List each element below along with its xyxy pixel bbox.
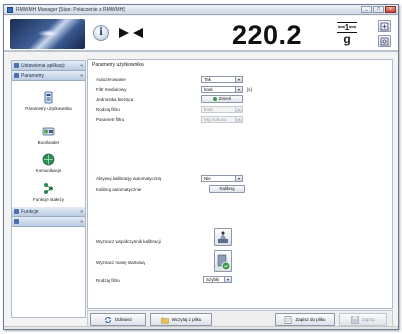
- user-parameters-panel: Parametry użytkownika Autozerowanie Tak …: [87, 59, 393, 309]
- change-unit-button[interactable]: Zmień: [201, 95, 243, 103]
- sidebar-item-label: Bootloader: [37, 140, 60, 145]
- autozero-label: Autozerowanie: [96, 77, 126, 82]
- save-to-file-button[interactable]: Zapisz do pliku: [275, 313, 335, 326]
- median-filter-unit: [s]: [247, 87, 252, 92]
- chevron-down-icon: ▾: [224, 277, 231, 282]
- start-mass-button[interactable]: [214, 250, 232, 272]
- sidebar-settings-header[interactable]: Ustawienia aplikacji «: [12, 61, 85, 71]
- minimize-button[interactable]: _: [361, 6, 372, 13]
- current-unit-label: Jednostka bieżąca: [96, 97, 134, 102]
- calibration-factor-label: Wyznacz współczynnik kalibracji: [96, 239, 161, 244]
- auto-calibration-value: Nie: [204, 176, 211, 181]
- unit-label: g: [343, 32, 351, 46]
- start-mass-label: Wyznacz masę startową: [96, 260, 145, 265]
- folder-open-icon: [160, 317, 169, 324]
- filter-type-label: Rodzaj filtru: [96, 107, 120, 112]
- maximize-button[interactable]: □: [373, 6, 384, 13]
- median-filter-value: brak: [204, 87, 213, 92]
- user-params-icon: [44, 91, 53, 104]
- autozero-value: Tak: [204, 77, 212, 82]
- save-to-file-label: Zapisz do pliku: [295, 317, 326, 322]
- sidebar-params-header[interactable]: Parametry «: [12, 71, 85, 81]
- filter-type-value: brak: [204, 107, 213, 112]
- filter-speed-label: Rodzaj filtru: [96, 278, 120, 283]
- panel-title: Parametry użytkownika: [92, 62, 144, 68]
- sidebar-item-user-params[interactable]: Parametry użytkownika: [12, 81, 85, 121]
- stable-weight-icon: [119, 28, 143, 38]
- save-file-icon: [285, 315, 292, 324]
- refresh-button[interactable]: Odśwież: [90, 313, 146, 326]
- zero-icon: [380, 37, 389, 46]
- sidebar-item-fixed-functions[interactable]: Funkcje stałeży: [12, 177, 85, 207]
- extra-icon: [14, 219, 19, 224]
- filter-type-select[interactable]: brak ▾: [201, 106, 243, 113]
- chevron-down-icon: ▾: [235, 176, 242, 181]
- status-bar: [4, 326, 398, 329]
- params-icon: [14, 73, 19, 78]
- sidebar-item-bootloader[interactable]: Bootloader: [12, 121, 85, 149]
- save-button[interactable]: Zapisz: [339, 313, 387, 326]
- sidebar-item-communication[interactable]: Komunikacje: [12, 149, 85, 177]
- app-window: RMWMH Manager [Stan: Polaczenie z RMWMH]…: [3, 4, 399, 330]
- app-icon: [7, 6, 13, 13]
- median-filter-select[interactable]: brak ▾: [201, 86, 243, 93]
- unit-indicator: ꟷ1ꟷ g: [337, 21, 357, 47]
- filter-param-label: Parametr filtru: [96, 117, 125, 122]
- change-icon: [212, 96, 217, 101]
- start-mass-icon: [217, 254, 231, 271]
- calibration-factor-button[interactable]: [214, 228, 232, 246]
- sidebar-params-label: Parametry: [21, 72, 45, 79]
- communication-icon: [42, 153, 55, 166]
- bootloader-icon: [42, 127, 55, 136]
- filter-speed-select[interactable]: Szybki ▾: [203, 276, 232, 283]
- tare-icon: [380, 22, 389, 31]
- load-from-file-button[interactable]: Wczytaj z pliku: [150, 313, 212, 326]
- refresh-label: Odśwież: [114, 317, 133, 322]
- load-from-file-label: Wczytaj z pliku: [171, 317, 202, 322]
- save-label: Zapisz: [361, 317, 376, 322]
- fixed-functions-icon: [44, 183, 53, 194]
- chevron-icon: »: [80, 208, 83, 215]
- title-bar: RMWMH Manager [Stan: Polaczenie z RMWMH]…: [4, 5, 398, 15]
- filter-speed-value: Szybki: [206, 277, 220, 282]
- sidebar-extra-header[interactable]: »: [12, 217, 85, 227]
- sidebar-functions-header[interactable]: Funkcje »: [12, 207, 85, 217]
- sidebar-item-label: Komunikacje: [35, 168, 62, 173]
- calibrate-auto-label: Kalibruj automatycznie: [96, 187, 142, 192]
- sidebar-item-label: Parametry użytkownika: [25, 106, 72, 111]
- chevron-icon: »: [80, 218, 83, 225]
- auto-calibration-label: Aktywuj kalibrację automatyczną: [96, 176, 162, 181]
- filter-param-select[interactable]: Wg statusu ▾: [201, 116, 243, 123]
- filter-param-value: Wg statusu: [204, 117, 227, 122]
- floppy-disk-icon: [351, 315, 359, 324]
- weight-display: 220.2: [232, 20, 303, 50]
- info-icon[interactable]: i: [93, 25, 109, 41]
- calibrate-button[interactable]: Kalibruj: [209, 185, 245, 193]
- window-controls: _ □ x: [361, 6, 396, 13]
- auto-calibration-select[interactable]: Nie ▾: [201, 175, 243, 182]
- chevron-icon: «: [80, 72, 83, 79]
- sidebar: Ustawienia aplikacji « Parametry « Param…: [11, 60, 86, 318]
- calibration-weight-icon: [218, 231, 228, 243]
- change-unit-label: Zmień: [218, 96, 232, 101]
- sidebar-settings-label: Ustawienia aplikacji: [21, 62, 65, 69]
- chevron-down-icon: ▾: [235, 117, 242, 122]
- chevron-down-icon: ▾: [235, 87, 242, 92]
- brand-logo: [10, 19, 85, 49]
- header-panel: i 220.2 ꟷ1ꟷ g: [4, 16, 398, 52]
- functions-icon: [14, 209, 19, 214]
- chevron-down-icon: ▾: [235, 107, 242, 112]
- sidebar-functions-label: Funkcje: [21, 208, 39, 215]
- autozero-select[interactable]: Tak ▾: [201, 76, 243, 83]
- settings-icon: [14, 63, 19, 68]
- close-button[interactable]: x: [385, 6, 396, 13]
- sidebar-item-label: Funkcje stałeży: [32, 197, 64, 202]
- chevron-icon: «: [80, 62, 83, 69]
- window-title: RMWMH Manager [Stan: Polaczenie z RMWMH]: [16, 6, 125, 13]
- chevron-down-icon: ▾: [235, 77, 242, 82]
- median-filter-label: Filtr mediarowy: [96, 87, 127, 92]
- zero-button[interactable]: [378, 35, 391, 47]
- refresh-icon: [104, 316, 111, 323]
- tare-button[interactable]: [378, 20, 391, 32]
